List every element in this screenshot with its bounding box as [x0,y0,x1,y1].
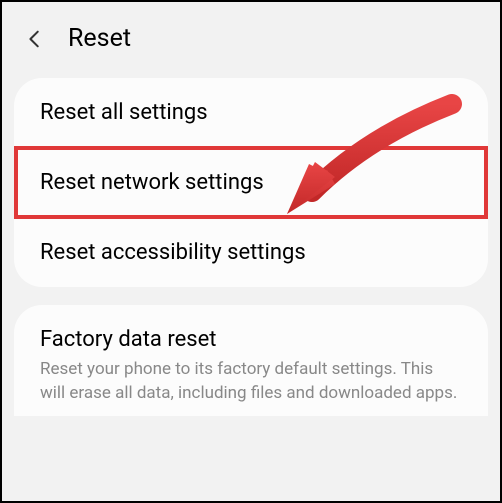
item-label: Reset network settings [40,170,462,195]
factory-reset-card[interactable]: Factory data reset Reset your phone to i… [14,305,488,416]
reset-network-settings[interactable]: Reset network settings [14,146,488,219]
page-title: Reset [68,24,131,53]
reset-all-settings[interactable]: Reset all settings [14,78,488,147]
factory-reset-label: Factory data reset [40,327,462,352]
reset-options-card: Reset all settings Reset network setting… [14,78,488,287]
item-label: Reset accessibility settings [40,240,462,265]
header: Reset [2,2,500,78]
back-icon[interactable] [24,28,46,50]
reset-accessibility-settings[interactable]: Reset accessibility settings [14,218,488,287]
factory-reset-desc: Reset your phone to its factory default … [40,358,462,406]
item-label: Reset all settings [40,100,462,125]
